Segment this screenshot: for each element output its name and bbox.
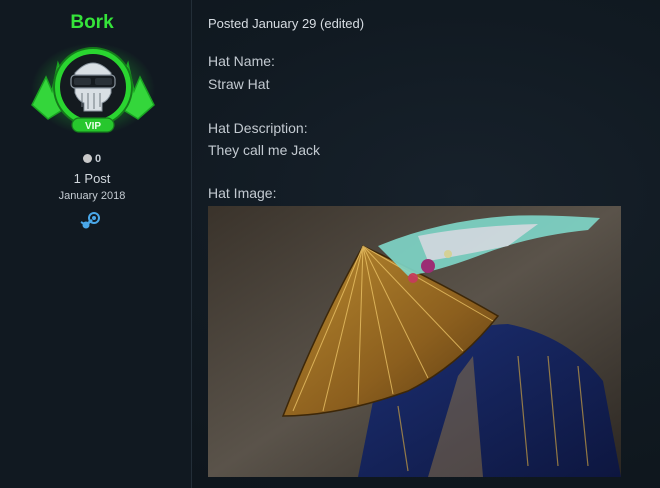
- forum-post: Bork VIP 0 1 Post January 2018 Posted Ja…: [0, 0, 660, 488]
- hat-description-label: Hat Description:: [208, 120, 308, 136]
- author-avatar[interactable]: VIP: [28, 43, 158, 141]
- hat-name-value: Straw Hat: [208, 76, 270, 92]
- column-divider: [191, 0, 192, 488]
- hat-image-label: Hat Image:: [208, 185, 277, 201]
- reputation-count: 0: [94, 153, 102, 165]
- steam-icon[interactable]: [80, 211, 102, 231]
- hat-image[interactable]: [208, 206, 621, 477]
- author-post-count[interactable]: 1 Post: [0, 171, 184, 186]
- author-join-date: January 2018: [58, 190, 126, 202]
- author-username[interactable]: Bork: [0, 12, 184, 34]
- reputation-dot-icon: [82, 154, 92, 163]
- hat-description-value: They call me Jack: [208, 142, 321, 158]
- reputation-badge: 0: [0, 153, 184, 165]
- post-date[interactable]: Posted January 29 (edited): [208, 16, 364, 31]
- author-panel: Bork VIP 0 1 Post January 2018: [0, 0, 191, 488]
- hat-name-label: Hat Name:: [208, 53, 275, 69]
- vip-badge-label: VIP: [85, 121, 101, 132]
